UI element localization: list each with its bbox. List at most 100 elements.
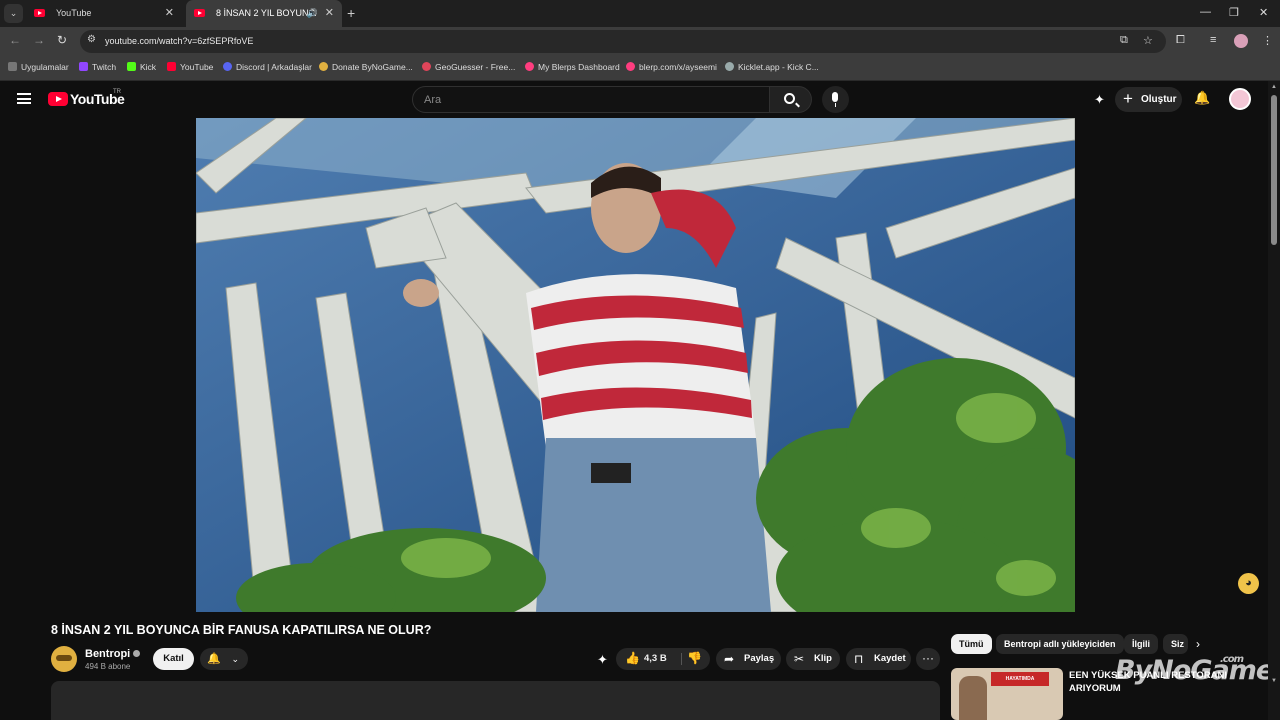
youtube-favicon-icon [194,9,205,17]
bookmark-kicklet[interactable]: Kicklet.app - Kick C... [725,56,819,78]
speaker-icon[interactable]: 🔊 [307,0,318,27]
thumbs-down-icon[interactable]: 👎 [687,651,702,665]
mic-icon[interactable] [822,86,849,113]
search-button[interactable] [770,86,812,113]
address-bar[interactable]: ⚙ youtube.com/watch?v=6zfSEPRfoVE ⧉ ☆ [80,30,1166,53]
bookmark-bynogame[interactable]: Donate ByNoGame... [319,56,413,78]
back-icon[interactable]: ← [9,33,21,47]
video-frame [196,118,1075,612]
close-tab-icon[interactable]: ✕ [165,0,174,27]
channel-name[interactable]: Bentropi [85,648,141,660]
blerp-icon [626,62,635,71]
recommendation-thumbnail[interactable]: HAYATIMDA [951,668,1063,720]
like-dislike-group: 👍 4,3 B 👎 [616,648,710,670]
share-button[interactable]: ➦ Paylaş [716,648,781,670]
sparkle-icon[interactable]: ✦ [1094,92,1105,108]
search-icon [784,93,795,104]
watermark-suffix: .com [1220,654,1244,665]
close-window-icon[interactable]: ✕ [1259,6,1268,19]
bookmark-twitch[interactable]: Twitch [79,56,116,78]
chip-all[interactable]: Tümü [951,634,992,654]
description-box[interactable] [51,681,940,720]
clip-button[interactable]: ✂ Klip [786,648,840,670]
scrollbar-thumb[interactable] [1271,95,1277,245]
browser-tab-youtube[interactable]: YouTube ✕ [26,0,182,27]
menu-icon[interactable] [17,93,31,104]
bookmark-apps[interactable]: Uygulamalar [8,56,69,78]
bookmark-label: My Blerps Dashboard [538,62,620,72]
browser-menu-icon[interactable]: ⋮ [1262,34,1273,47]
join-button[interactable]: Katıl [153,648,194,670]
bookmark-label: YouTube [180,62,214,72]
notification-bell-button[interactable]: 🔔 ⌄ [200,648,248,670]
save-label: Kaydet [874,653,906,664]
reload-icon[interactable]: ↻ [57,33,67,47]
bookmarks-bar: Uygulamalar Twitch Kick YouTube Discord … [0,56,1280,81]
youtube-favicon-icon [34,9,45,17]
scissors-icon: ✂ [794,652,805,666]
video-player[interactable] [196,118,1075,612]
create-button[interactable]: Oluştur [1115,86,1182,112]
bookmark-geoguesser[interactable]: GeoGuesser - Free... [422,56,515,78]
profile-avatar[interactable] [1234,34,1248,48]
bookmark-blerps[interactable]: My Blerps Dashboard [525,56,620,78]
watermark-text: ByNoGame [1115,655,1274,686]
bookmark-blerp-profile[interactable]: blerp.com/x/ayseemi [626,56,717,78]
restore-icon[interactable]: ❐ [1229,6,1239,19]
extensions-icon[interactable]: ⧠ [1176,34,1185,47]
kicklet-icon [725,62,734,71]
sparkle-icon[interactable]: ✦ [597,652,608,668]
youtube-logo-icon[interactable] [48,92,68,106]
more-actions-button[interactable]: ··· [916,648,940,670]
bookmark-star-icon[interactable]: ☆ [1143,34,1153,47]
thumbs-up-icon[interactable]: 👍 [625,651,640,665]
create-label: Oluştur [1141,94,1177,105]
tab-label: YouTube [56,8,92,18]
save-button[interactable]: ⊓ Kaydet [846,648,911,670]
bookmark-label: Kick [140,62,157,72]
close-tab-icon[interactable]: ✕ [325,0,334,27]
new-tab-button[interactable]: + [347,5,355,21]
chevron-down-icon: ⌄ [231,654,239,664]
browser-tab-video[interactable]: 8 İNSAN 2 YIL BOYUNCA Bİ 🔊 ✕ [186,0,342,27]
bookmark-label: Uygulamalar [21,62,69,72]
install-icon[interactable]: ⧉ [1120,34,1128,47]
chip-you[interactable]: Siz [1163,634,1188,654]
scroll-up-icon[interactable]: ▲ [1271,84,1277,90]
chip-related[interactable]: İlgili [1124,634,1158,654]
bookmark-kick[interactable]: Kick [127,56,156,78]
like-count[interactable]: 4,3 B [644,648,667,670]
clip-label: Klip [814,653,832,664]
divider [681,653,682,665]
browser-toolbar: ← → ↻ ⚙ youtube.com/watch?v=6zfSEPRfoVE … [0,27,1280,56]
forward-icon[interactable]: → [33,33,45,47]
chip-from-uploader[interactable]: Bentropi adlı yükleyiciden [996,634,1124,654]
tab-search-button[interactable]: ⌄ [4,4,23,23]
minimize-icon[interactable]: — [1200,6,1211,18]
scroll-down-icon[interactable]: ▼ [1271,678,1277,684]
browser-tab-bar: ⌄ YouTube ✕ 8 İNSAN 2 YIL BOYUNCA Bİ 🔊 ✕… [0,0,1280,27]
channel-name-text: Bentropi [85,648,131,660]
media-controls-icon[interactable]: ≡ [1210,34,1216,46]
search-input[interactable] [413,87,769,112]
overlay-face-icon: ◕ [1238,573,1259,594]
bynogame-icon [319,62,328,71]
chevron-right-icon[interactable]: › [1196,637,1200,651]
blerp-icon [525,62,534,71]
bookmark-label: Discord | Arkadaşlar [236,62,312,72]
tab-label: 8 İNSAN 2 YIL BOYUNCA Bİ [216,8,316,18]
avatar[interactable] [1229,88,1251,110]
twitch-icon [79,62,88,71]
geoguesser-icon [422,62,431,71]
page-scrollbar[interactable]: ▲ ▼ [1268,81,1280,720]
bookmark-label: Donate ByNoGame... [332,62,413,72]
bookmark-discord[interactable]: Discord | Arkadaşlar [223,56,312,78]
bell-icon[interactable]: 🔔 [1194,90,1210,106]
bookmark-youtube[interactable]: YouTube [167,56,213,78]
thumbnail-banner: HAYATIMDA [991,672,1049,686]
channel-avatar[interactable] [51,646,77,672]
kick-icon [127,62,136,71]
bookmark-label: blerp.com/x/ayseemi [639,62,717,72]
thumbnail-person [959,676,987,720]
site-info-icon[interactable]: ⚙ [87,34,96,45]
